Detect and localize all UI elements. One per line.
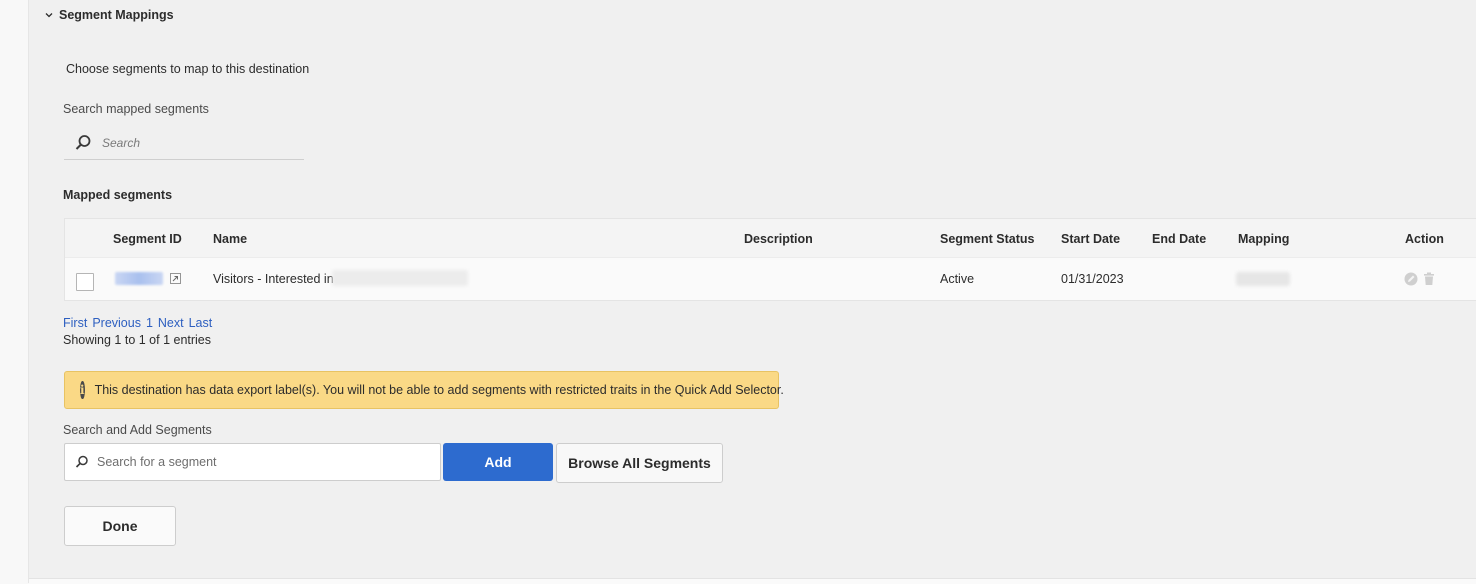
col-description[interactable]: Description [744, 232, 813, 246]
pagination-summary: Showing 1 to 1 of 1 entries [63, 333, 212, 347]
done-button[interactable]: Done [64, 506, 176, 546]
pagination-page[interactable]: 1 [146, 316, 153, 330]
section-header[interactable]: Segment Mappings [45, 6, 174, 24]
search-mapped-input[interactable]: Search [64, 126, 304, 160]
row-checkbox[interactable] [76, 273, 94, 291]
col-name[interactable]: Name [213, 232, 247, 246]
segment-search-placeholder: Search for a segment [97, 455, 217, 469]
table-row: Visitors - Interested in - Active 01/31/… [65, 257, 1476, 300]
trash-icon[interactable] [1423, 272, 1435, 286]
add-segments-label: Search and Add Segments [63, 423, 212, 437]
search-mapped-placeholder: Search [102, 135, 141, 150]
segment-id-redacted[interactable] [115, 272, 163, 285]
mapped-segments-heading: Mapped segments [63, 188, 173, 202]
pagination-last[interactable]: Last [189, 316, 213, 330]
left-rail [0, 0, 29, 583]
pagination: First Previous 1 Next Last [63, 316, 212, 330]
chevron-down-icon[interactable] [45, 11, 53, 19]
col-action: Action [1405, 232, 1444, 246]
mapping-redacted [1236, 272, 1290, 286]
segment-search-input[interactable]: Search for a segment [64, 443, 441, 481]
intro-text: Choose segments to map to this destinati… [66, 62, 310, 76]
mapped-segments-table: Segment ID Name Description Segment Stat… [64, 218, 1476, 301]
pagination-next[interactable]: Next [158, 316, 184, 330]
col-end-date[interactable]: End Date [1152, 232, 1206, 246]
export-label-alert: i This destination has data export label… [64, 371, 784, 409]
col-mapping[interactable]: Mapping [1238, 232, 1289, 246]
segment-name-redacted [332, 270, 468, 286]
segment-name: Visitors - Interested in - [213, 272, 342, 286]
panel-bottom-edge [29, 578, 1476, 584]
col-segment-id[interactable]: Segment ID [113, 232, 182, 246]
search-icon [75, 455, 88, 468]
info-icon: i [80, 381, 85, 399]
open-link-icon[interactable] [170, 273, 181, 284]
pagination-first[interactable]: First [63, 316, 87, 330]
section-title: Segment Mappings [59, 8, 174, 22]
search-icon [75, 134, 91, 150]
search-mapped-label: Search mapped segments [63, 102, 209, 116]
col-start-date[interactable]: Start Date [1061, 232, 1120, 246]
alert-message: This destination has data export label(s… [94, 383, 784, 397]
add-button[interactable]: Add [443, 443, 553, 481]
segment-start-date: 01/31/2023 [1061, 272, 1124, 286]
edit-icon[interactable] [1404, 272, 1418, 286]
browse-all-segments-button[interactable]: Browse All Segments [556, 443, 723, 483]
segment-status: Active [940, 272, 975, 286]
table-header: Segment ID Name Description Segment Stat… [65, 219, 1476, 257]
pagination-previous[interactable]: Previous [92, 316, 141, 330]
col-segment-status[interactable]: Segment Status [940, 232, 1034, 246]
